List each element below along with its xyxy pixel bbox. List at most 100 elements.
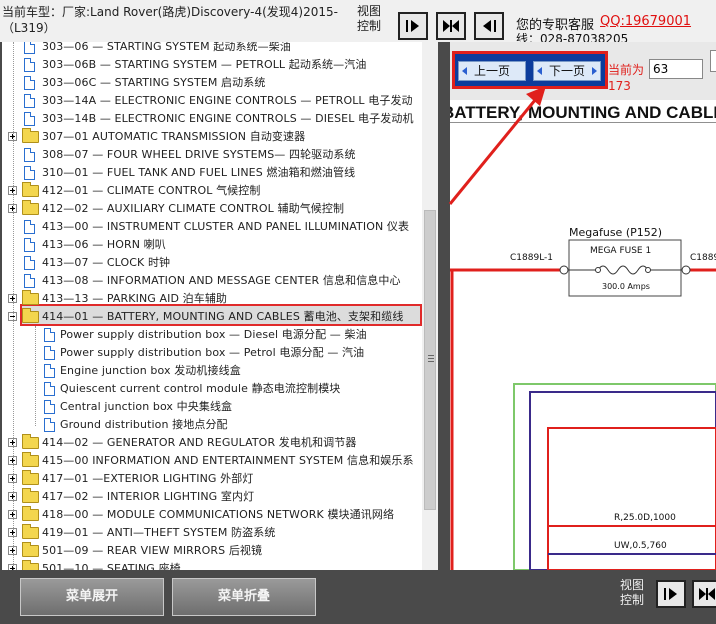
tree-item[interactable]: 413—13 — PARKING AID 泊车辅助 [2, 290, 422, 308]
tree-item-label: Ground distribution 接地点分配 [60, 418, 228, 431]
tree-item[interactable]: 501—09 — REAR VIEW MIRRORS 后视镜 [2, 542, 422, 560]
tree-item-label: 501—10 — SEATING 座椅 [42, 562, 181, 570]
tree-item[interactable]: 417—02 — INTERIOR LIGHTING 室内灯 [2, 488, 422, 506]
arrow-left-bar-icon [483, 20, 496, 32]
tree-item-label: 412—01 — CLIMATE CONTROL 气候控制 [42, 184, 261, 197]
megafuse-title: Megafuse (P152) [569, 226, 662, 239]
tree-item[interactable]: 415—00 INFORMATION AND ENTERTAINMENT SYS… [2, 452, 422, 470]
document-icon [44, 364, 55, 378]
tree-item-label: 308—07 — FOUR WHEEL DRIVE SYSTEMS— 四轮驱动系… [42, 148, 356, 161]
connector-pin-right [681, 265, 691, 275]
tree-item-label: 303—06 — STARTING SYSTEM 起动系统—柴油 [42, 42, 291, 53]
service-qq-link[interactable]: QQ:19679001 [600, 14, 691, 29]
document-icon [24, 76, 35, 90]
tree-item[interactable]: 303—06 — STARTING SYSTEM 起动系统—柴油 [2, 42, 422, 56]
tree-item[interactable]: 501—10 — SEATING 座椅 [2, 560, 422, 570]
folder-icon [22, 290, 39, 305]
tree-item[interactable]: 413—06 — HORN 喇叭 [2, 236, 422, 254]
document-icon [24, 220, 35, 234]
tree-item-label: 413—07 — CLOCK 时钟 [42, 256, 171, 269]
document-icon [24, 166, 35, 180]
expand-menu-button[interactable]: 菜单展开 [20, 578, 164, 616]
tree-item-label: 414—02 — GENERATOR AND REGULATOR 发电机和调节器 [42, 436, 357, 449]
right-arrow-icon [592, 67, 597, 75]
split-view-button-bottom[interactable] [692, 580, 716, 608]
tree-item[interactable]: 419—01 — ANTI—THEFT SYSTEM 防盗系统 [2, 524, 422, 542]
tree-item-label: Quiescent current control module 静态电流控制模… [60, 382, 341, 395]
tree-child-item[interactable]: Power supply distribution box — Diesel 电… [2, 326, 422, 344]
folder-icon [22, 506, 39, 521]
split-view-button[interactable] [436, 12, 466, 40]
tree-item-label: 418—00 — MODULE COMMUNICATIONS NETWORK 模… [42, 508, 395, 521]
folder-icon [22, 434, 39, 449]
folder-icon [22, 452, 39, 467]
tree-item[interactable]: 417—01 —EXTERIOR LIGHTING 外部灯 [2, 470, 422, 488]
tree-item-label: 501—09 — REAR VIEW MIRRORS 后视镜 [42, 544, 263, 557]
tree-item[interactable]: 413—07 — CLOCK 时钟 [2, 254, 422, 272]
document-icon [24, 238, 35, 252]
tree-item[interactable]: 303—14B — ELECTRONIC ENGINE CONTROLS — D… [2, 110, 422, 128]
document-icon [24, 42, 35, 54]
tree-item-label: 417—01 —EXTERIOR LIGHTING 外部灯 [42, 472, 254, 485]
show-left-panel-button[interactable] [474, 12, 504, 40]
tree-scrollbar-thumb[interactable] [424, 210, 436, 510]
tree-item[interactable]: 308—07 — FOUR WHEEL DRIVE SYSTEMS— 四轮驱动系… [2, 146, 422, 164]
folder-icon [22, 488, 39, 503]
tree-child-item[interactable]: Ground distribution 接地点分配 [2, 416, 422, 434]
tree-item[interactable]: 307—01 AUTOMATIC TRANSMISSION 自动变速器 [2, 128, 422, 146]
tree-item[interactable]: 414—02 — GENERATOR AND REGULATOR 发电机和调节器 [2, 434, 422, 452]
tree-child-item[interactable]: Power supply distribution box — Petrol 电… [2, 344, 422, 362]
tree-item-label: 414—01 — BATTERY, MOUNTING AND CABLES 蓄电… [42, 310, 404, 323]
folder-icon [22, 524, 39, 539]
prev-page-button[interactable]: 上一页 [458, 61, 526, 81]
tree-item-label: 415—00 INFORMATION AND ENTERTAINMENT SYS… [42, 454, 414, 467]
tree-child-item[interactable]: Engine junction box 发动机接线盒 [2, 362, 422, 380]
tree-item-label: 413—00 — INSTRUMENT CLUSTER AND PANEL IL… [42, 220, 410, 233]
tree-child-item[interactable]: Central junction box 中央集线盒 [2, 398, 422, 416]
split-arrows-icon [699, 588, 715, 600]
tree-scrollbar[interactable] [422, 42, 438, 570]
tree-item-label: Power supply distribution box — Diesel 电… [60, 328, 367, 341]
next-page-button[interactable]: 下一页 [533, 61, 601, 81]
service-label: 您的专职客服 [516, 18, 595, 33]
megafuse-rating: 300.0 Amps [602, 282, 650, 291]
tree-item[interactable]: 414—01 — BATTERY, MOUNTING AND CABLES 蓄电… [2, 308, 422, 326]
document-icon [24, 274, 35, 288]
folder-icon [22, 470, 39, 485]
show-right-panel-button[interactable] [398, 12, 428, 40]
view-control-label: 视图控制 [357, 4, 382, 33]
tree-item[interactable]: 418—00 — MODULE COMMUNICATIONS NETWORK 模… [2, 506, 422, 524]
menu-tree: 303—06 — STARTING SYSTEM 起动系统—柴油 303—06B … [2, 42, 422, 570]
next-page-label: 下一页 [548, 64, 585, 78]
tree-item-label: 419—01 — ANTI—THEFT SYSTEM 防盗系统 [42, 526, 276, 539]
tree-item[interactable]: 412—01 — CLIMATE CONTROL 气候控制 [2, 182, 422, 200]
page-number-input[interactable] [649, 59, 703, 79]
tree-child-item[interactable]: Quiescent current control module 静态电流控制模… [2, 380, 422, 398]
current-vehicle-label: 当前车型：厂家:Land Rover(路虎)Discovery-4(发现4)20… [2, 5, 338, 35]
split-arrows-icon [443, 20, 459, 32]
current-page-label: 当前为173 [608, 63, 645, 93]
open-folder-icon [22, 308, 39, 323]
show-right-panel-button-bottom[interactable] [656, 580, 686, 608]
tree-item-label: 310—01 — FUEL TANK AND FUEL LINES 燃油箱和燃油… [42, 166, 356, 179]
tree-item-label: 303—14A — ELECTRONIC ENGINE CONTROLS — P… [42, 94, 413, 107]
tree-item[interactable]: 413—00 — INSTRUMENT CLUSTER AND PANEL IL… [2, 218, 422, 236]
view-control-label-bottom: 视图控制 [620, 578, 645, 607]
header-bar: 当前车型：厂家:Land Rover(路虎)Discovery-4(发现4)20… [0, 0, 716, 42]
tree-item[interactable]: 310—01 — FUEL TANK AND FUEL LINES 燃油箱和燃油… [2, 164, 422, 182]
annotation-arrow-icon [448, 86, 546, 205]
folder-icon [22, 560, 39, 570]
tree-item-label: Engine junction box 发动机接线盒 [60, 364, 241, 377]
tree-item-label: Central junction box 中央集线盒 [60, 400, 233, 413]
tree-item[interactable]: 303—06B — STARTING SYSTEM — PETROLL 起动系统… [2, 56, 422, 74]
collapse-menu-button[interactable]: 菜单折叠 [172, 578, 316, 616]
megafuse-name: MEGA FUSE 1 [590, 246, 651, 256]
tree-item[interactable]: 413—08 — INFORMATION AND MESSAGE CENTER … [2, 272, 422, 290]
tree-item[interactable]: 412—02 — AUXILIARY CLIMATE CONTROL 辅助气候控… [2, 200, 422, 218]
tree-item[interactable]: 303—14A — ELECTRONIC ENGINE CONTROLS — P… [2, 92, 422, 110]
arrow-right-bar-icon [664, 588, 677, 600]
tree-item[interactable]: 303—06C — STARTING SYSTEM 启动系统 [2, 74, 422, 92]
document-icon [44, 382, 55, 396]
tree-item-label: 417—02 — INTERIOR LIGHTING 室内灯 [42, 490, 255, 503]
prev-page-label: 上一页 [473, 64, 510, 78]
